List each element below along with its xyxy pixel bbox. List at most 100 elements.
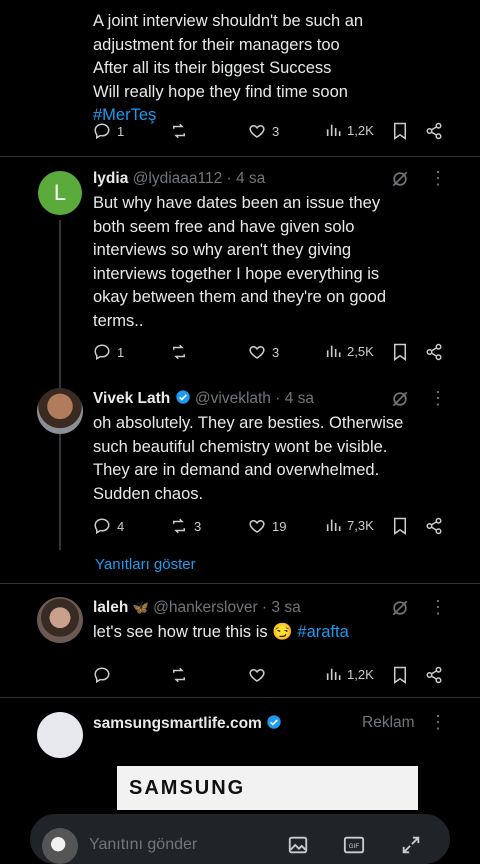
share-icon [426, 666, 442, 684]
views-chart-icon [326, 668, 341, 680]
verified-badge-icon [175, 390, 190, 404]
tweet-1-header: lydia @lydiaaa112 · 4 sa [93, 169, 265, 189]
gif-icon[interactable]: GIF [343, 834, 365, 861]
reply-button[interactable]: 1 [93, 122, 124, 140]
like-count: 3 [272, 123, 280, 139]
reply-icon [94, 123, 110, 140]
tweet-3-hashtag[interactable]: #arafta [297, 623, 348, 641]
views-button[interactable]: 2,5K [325, 343, 374, 359]
ad-header: samsungsmartlife.com [93, 714, 282, 734]
tweet-2-line-1: oh absolutely. They are besties. Otherwi… [93, 414, 404, 432]
bookmark-button[interactable] [392, 343, 408, 361]
divider [0, 583, 480, 584]
more-options-icon[interactable]: ⋮ [429, 388, 447, 409]
views-chart-icon [326, 124, 341, 136]
author-handle[interactable]: @viveklath · 4 sa [195, 390, 314, 407]
retweet-button[interactable] [170, 666, 188, 684]
tweet-1-line-1: But why have dates been an issue they [93, 194, 381, 212]
bookmark-button[interactable] [392, 666, 408, 684]
share-button[interactable] [425, 343, 443, 361]
grok-icon[interactable] [390, 169, 410, 194]
reply-button[interactable] [93, 666, 111, 684]
views-chart-icon [326, 519, 341, 531]
user-avatar[interactable] [42, 828, 78, 864]
vivek-avatar[interactable] [37, 388, 83, 434]
grok-icon[interactable] [390, 389, 410, 414]
tweet-1-line-2: both seem free and have given solo [93, 217, 355, 236]
image-icon[interactable] [287, 834, 309, 861]
author-name[interactable]: laleh [93, 599, 128, 616]
author-name[interactable]: lydia [93, 170, 128, 187]
share-button[interactable] [425, 517, 443, 535]
tweet-2-line-4: Sudden chaos. [93, 484, 204, 503]
bookmark-icon [394, 122, 406, 140]
heart-icon [249, 668, 265, 682]
tweet-1-line-3: interviews so why aren't they giving [93, 241, 352, 259]
advertiser-name[interactable]: samsungsmartlife.com [93, 715, 262, 732]
tweet-2-header: Vivek Lath @viveklath · 4 sa [93, 389, 314, 409]
tweet-2-line-2: such beautiful chemistry wont be visible… [93, 437, 388, 456]
reply-icon [94, 667, 110, 684]
divider [0, 697, 480, 698]
tweet-0-line-4: Will really hope they find time soon [93, 82, 348, 101]
views-button[interactable]: 1,2K [325, 122, 374, 138]
grok-icon[interactable] [390, 598, 410, 623]
tweet-3-header: laleh 🦋 @hankerslover · 3 sa [93, 598, 301, 618]
retweet-button[interactable] [170, 343, 188, 361]
views-button[interactable]: 7,3K [325, 517, 374, 533]
thread-line [59, 220, 61, 550]
views-count: 7,3K [347, 517, 374, 533]
heart-icon [249, 519, 265, 533]
like-count: 19 [272, 518, 287, 534]
bookmark-button[interactable] [392, 517, 408, 535]
author-name[interactable]: Vivek Lath [93, 390, 170, 407]
reply-icon [94, 518, 110, 535]
views-count: 2,5K [347, 343, 374, 359]
share-icon [426, 122, 442, 140]
samsung-logo: SAMSUNG [129, 776, 246, 799]
smirk-emoji: 😏 [272, 623, 293, 641]
more-options-icon[interactable]: ⋮ [429, 168, 447, 189]
retweet-button[interactable]: 3 [170, 517, 201, 535]
tweet-0-text: A joint interview shouldn't be such an a… [93, 0, 443, 128]
retweet-button[interactable] [170, 122, 188, 140]
share-icon [426, 343, 442, 361]
advertiser-avatar[interactable] [37, 712, 83, 758]
lydia-avatar[interactable]: L [38, 171, 82, 215]
verified-badge-icon [267, 715, 281, 729]
reply-icon [94, 344, 110, 361]
ad-media[interactable]: SAMSUNG [117, 766, 418, 810]
bookmark-button[interactable] [392, 122, 408, 140]
tweet-3-text: let's see how true this is 😏 #arafta [93, 621, 443, 645]
tweet-3-body: let's see how true this is [93, 623, 268, 641]
laleh-avatar[interactable] [37, 597, 83, 643]
reply-count: 4 [117, 518, 125, 534]
heart-icon [249, 345, 265, 359]
butterfly-emoji: 🦋 [132, 600, 149, 615]
like-button[interactable]: 19 [248, 517, 286, 535]
author-handle[interactable]: @lydiaaa112 · 4 sa [133, 170, 266, 187]
tweet-0-line-1: A joint interview shouldn't be such an [93, 12, 364, 30]
share-button[interactable] [425, 666, 443, 684]
promoted-label: Reklam [362, 714, 415, 731]
retweet-count: 3 [194, 518, 202, 534]
retweet-icon [173, 344, 185, 360]
like-button[interactable] [248, 666, 266, 684]
bookmark-icon [394, 517, 406, 535]
reply-button[interactable]: 1 [93, 343, 124, 361]
reply-input[interactable]: Yanıtını gönder [89, 836, 197, 854]
tweet-0-line-3: After all its their biggest Success [93, 59, 332, 77]
views-button[interactable]: 1,2K [325, 666, 374, 682]
share-button[interactable] [425, 122, 443, 140]
expand-icon[interactable] [400, 834, 422, 861]
like-button[interactable]: 3 [248, 343, 279, 361]
reply-count: 1 [117, 344, 125, 360]
tweet-1-line-5: okay between them and they're on good [93, 288, 387, 306]
show-replies-link[interactable]: Yanıtları göster [95, 556, 196, 573]
more-options-icon[interactable]: ⋮ [429, 597, 447, 618]
more-options-icon[interactable]: ⋮ [429, 712, 447, 733]
author-handle[interactable]: @hankerslover · 3 sa [153, 599, 301, 616]
reply-button[interactable]: 4 [93, 517, 124, 535]
tweet-1-line-6: terms.. [93, 311, 144, 330]
like-button[interactable]: 3 [248, 122, 279, 140]
